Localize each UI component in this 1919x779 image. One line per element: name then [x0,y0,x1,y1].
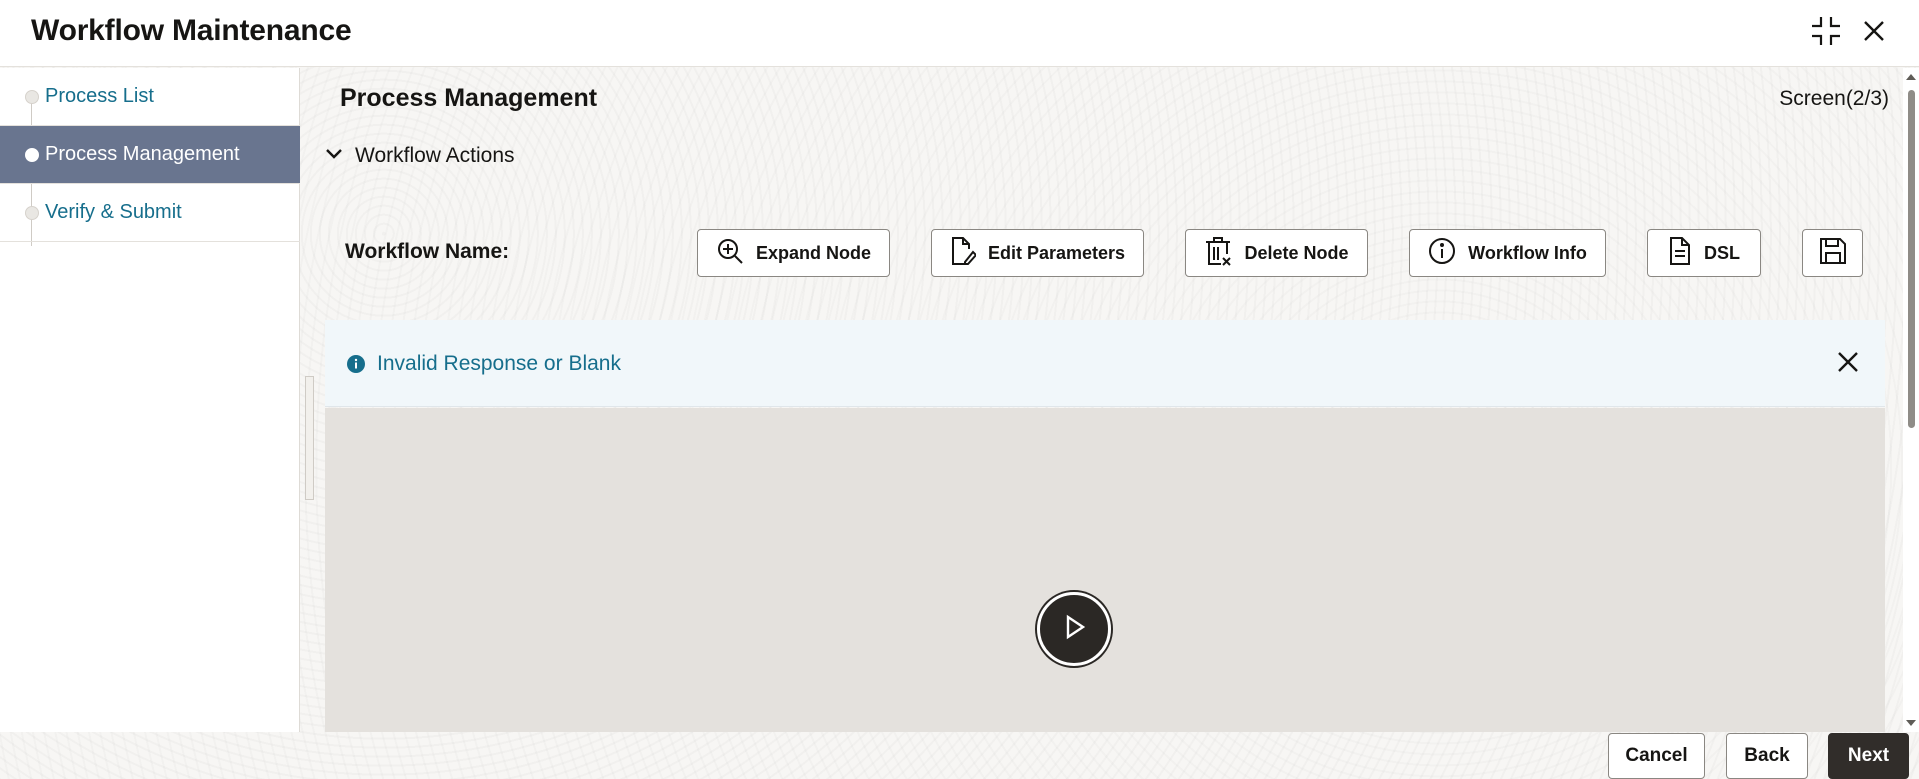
main-content: Process Management Screen(2/3) Workflow … [301,68,1901,732]
page-title: Process Management [340,84,598,112]
alert-message: Invalid Response or Blank [377,352,621,375]
workflow-actions-toggle[interactable]: Workflow Actions [325,144,515,168]
scroll-up-icon[interactable] [1906,74,1916,80]
dsl-button[interactable]: DSL [1647,229,1761,277]
sidebar-item-process-list[interactable]: Process List [0,68,300,126]
edit-parameters-button[interactable]: Edit Parameters [931,229,1144,277]
expand-node-button[interactable]: Expand Node [697,229,890,277]
step-dot-icon [25,147,39,162]
section-label: Workflow Actions [355,144,515,167]
workflow-canvas[interactable] [325,408,1885,732]
cancel-button[interactable]: Cancel [1608,733,1705,779]
zoom-in-icon [716,237,756,270]
button-label: Delete Node [1244,242,1349,263]
delete-icon [1204,236,1244,271]
edit-document-icon [950,236,988,271]
chevron-down-icon [325,147,343,165]
play-button[interactable] [1037,592,1111,666]
button-label: Edit Parameters [987,242,1126,263]
sidebar-item-label: Verify & Submit [45,201,182,223]
back-button[interactable]: Back [1726,733,1808,779]
sidebar-item-label: Process List [45,85,154,107]
save-icon [1819,237,1859,270]
close-icon[interactable] [1837,351,1859,378]
workflow-info-button[interactable]: Workflow Info [1409,229,1606,277]
info-filled-icon [346,354,366,379]
save-button[interactable] [1802,229,1863,277]
close-icon[interactable] [1857,14,1891,48]
document-icon [1668,236,1704,271]
scroll-thumb[interactable] [1908,90,1915,428]
sidebar-item-label: Process Management [45,143,240,165]
scroll-down-icon[interactable] [1906,720,1916,726]
delete-node-button[interactable]: Delete Node [1185,229,1368,277]
dialog-title: Workflow Maintenance [31,14,352,47]
workflow-name-label: Workflow Name: [345,240,510,263]
button-label: Expand Node [755,242,871,263]
info-alert: Invalid Response or Blank [325,320,1885,407]
next-button[interactable]: Next [1828,733,1909,779]
screen-indicator: Screen(2/3) [1779,87,1889,110]
step-dot-icon [25,89,39,104]
button-label: DSL [1704,242,1740,263]
play-icon [1059,612,1089,647]
button-label: Workflow Info [1468,242,1587,263]
dialog-header: Workflow Maintenance [0,0,1919,67]
info-icon [1428,237,1468,270]
dialog-footer: Cancel Back Next [0,732,1919,779]
sidebar-item-process-management[interactable]: Process Management [0,126,300,184]
step-dot-icon [25,205,39,220]
sidebar-item-verify-submit[interactable]: Verify & Submit [0,184,300,242]
train-stop-sidebar: Process List Process Management Verify &… [0,68,300,732]
compress-icon[interactable] [1809,14,1843,48]
scrollbar[interactable] [1903,68,1919,732]
